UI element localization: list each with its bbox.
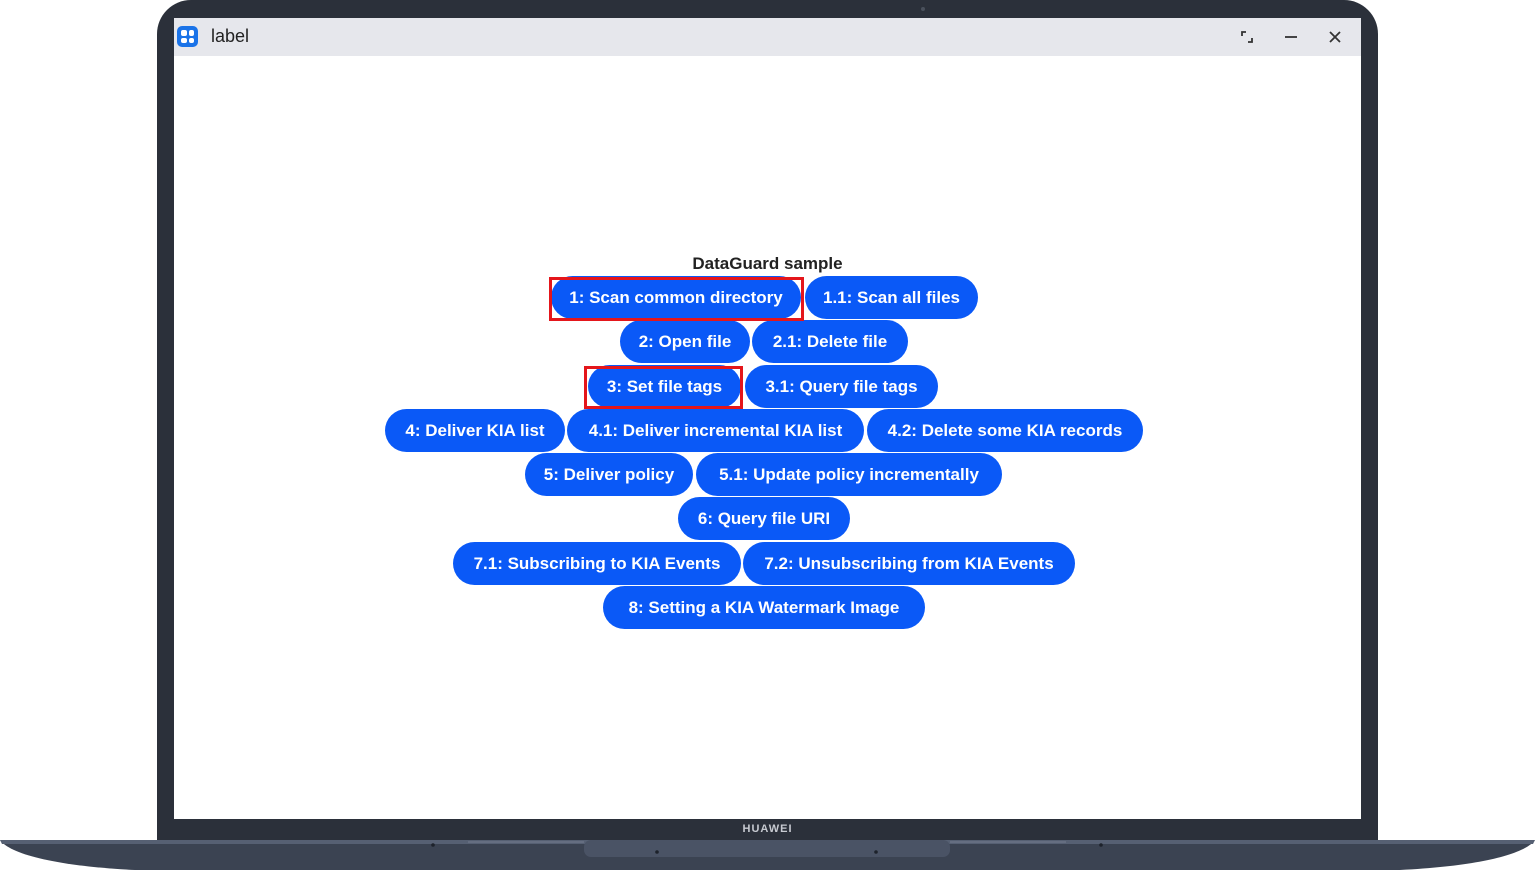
subscribe-kia-events-button[interactable]: 7.1: Subscribing to KIA Events xyxy=(453,542,741,585)
minimize-icon xyxy=(1285,36,1297,38)
deliver-policy-button[interactable]: 5: Deliver policy xyxy=(525,453,693,496)
app-icon xyxy=(177,26,198,47)
camera-icon xyxy=(921,7,925,11)
close-icon xyxy=(1329,31,1341,43)
delete-file-button[interactable]: 2.1: Delete file xyxy=(752,320,908,363)
restore-button[interactable] xyxy=(1233,24,1261,50)
window-title: label xyxy=(211,26,250,46)
set-kia-watermark-image-button[interactable]: 8: Setting a KIA Watermark Image xyxy=(603,586,925,629)
deliver-kia-list-button[interactable]: 4: Deliver KIA list xyxy=(385,409,565,452)
title-bar: label xyxy=(174,18,1361,56)
update-policy-incrementally-button[interactable]: 5.1: Update policy incrementally xyxy=(696,453,1002,496)
minimize-button[interactable] xyxy=(1277,24,1305,50)
scan-all-files-button[interactable]: 1.1: Scan all files xyxy=(805,276,978,319)
restore-icon xyxy=(1241,31,1253,43)
set-file-tags-button[interactable]: 3: Set file tags xyxy=(588,365,741,408)
query-file-tags-button[interactable]: 3.1: Query file tags xyxy=(745,365,938,408)
scan-common-directory-button[interactable]: 1: Scan common directory xyxy=(551,276,801,319)
page-heading: DataGuard sample xyxy=(692,254,843,273)
laptop-base xyxy=(0,840,1535,870)
unsubscribe-kia-events-button[interactable]: 7.2: Unsubscribing from KIA Events xyxy=(743,542,1075,585)
open-file-button[interactable]: 2: Open file xyxy=(620,320,750,363)
close-button[interactable] xyxy=(1321,24,1349,50)
deliver-incremental-kia-list-button[interactable]: 4.1: Deliver incremental KIA list xyxy=(567,409,864,452)
query-file-uri-button[interactable]: 6: Query file URI xyxy=(678,497,850,540)
app-window: label DataGuard sample 1: Scan common di… xyxy=(174,18,1361,819)
delete-some-kia-records-button[interactable]: 4.2: Delete some KIA records xyxy=(867,409,1143,452)
brand-logo: HUAWEI xyxy=(742,823,793,835)
